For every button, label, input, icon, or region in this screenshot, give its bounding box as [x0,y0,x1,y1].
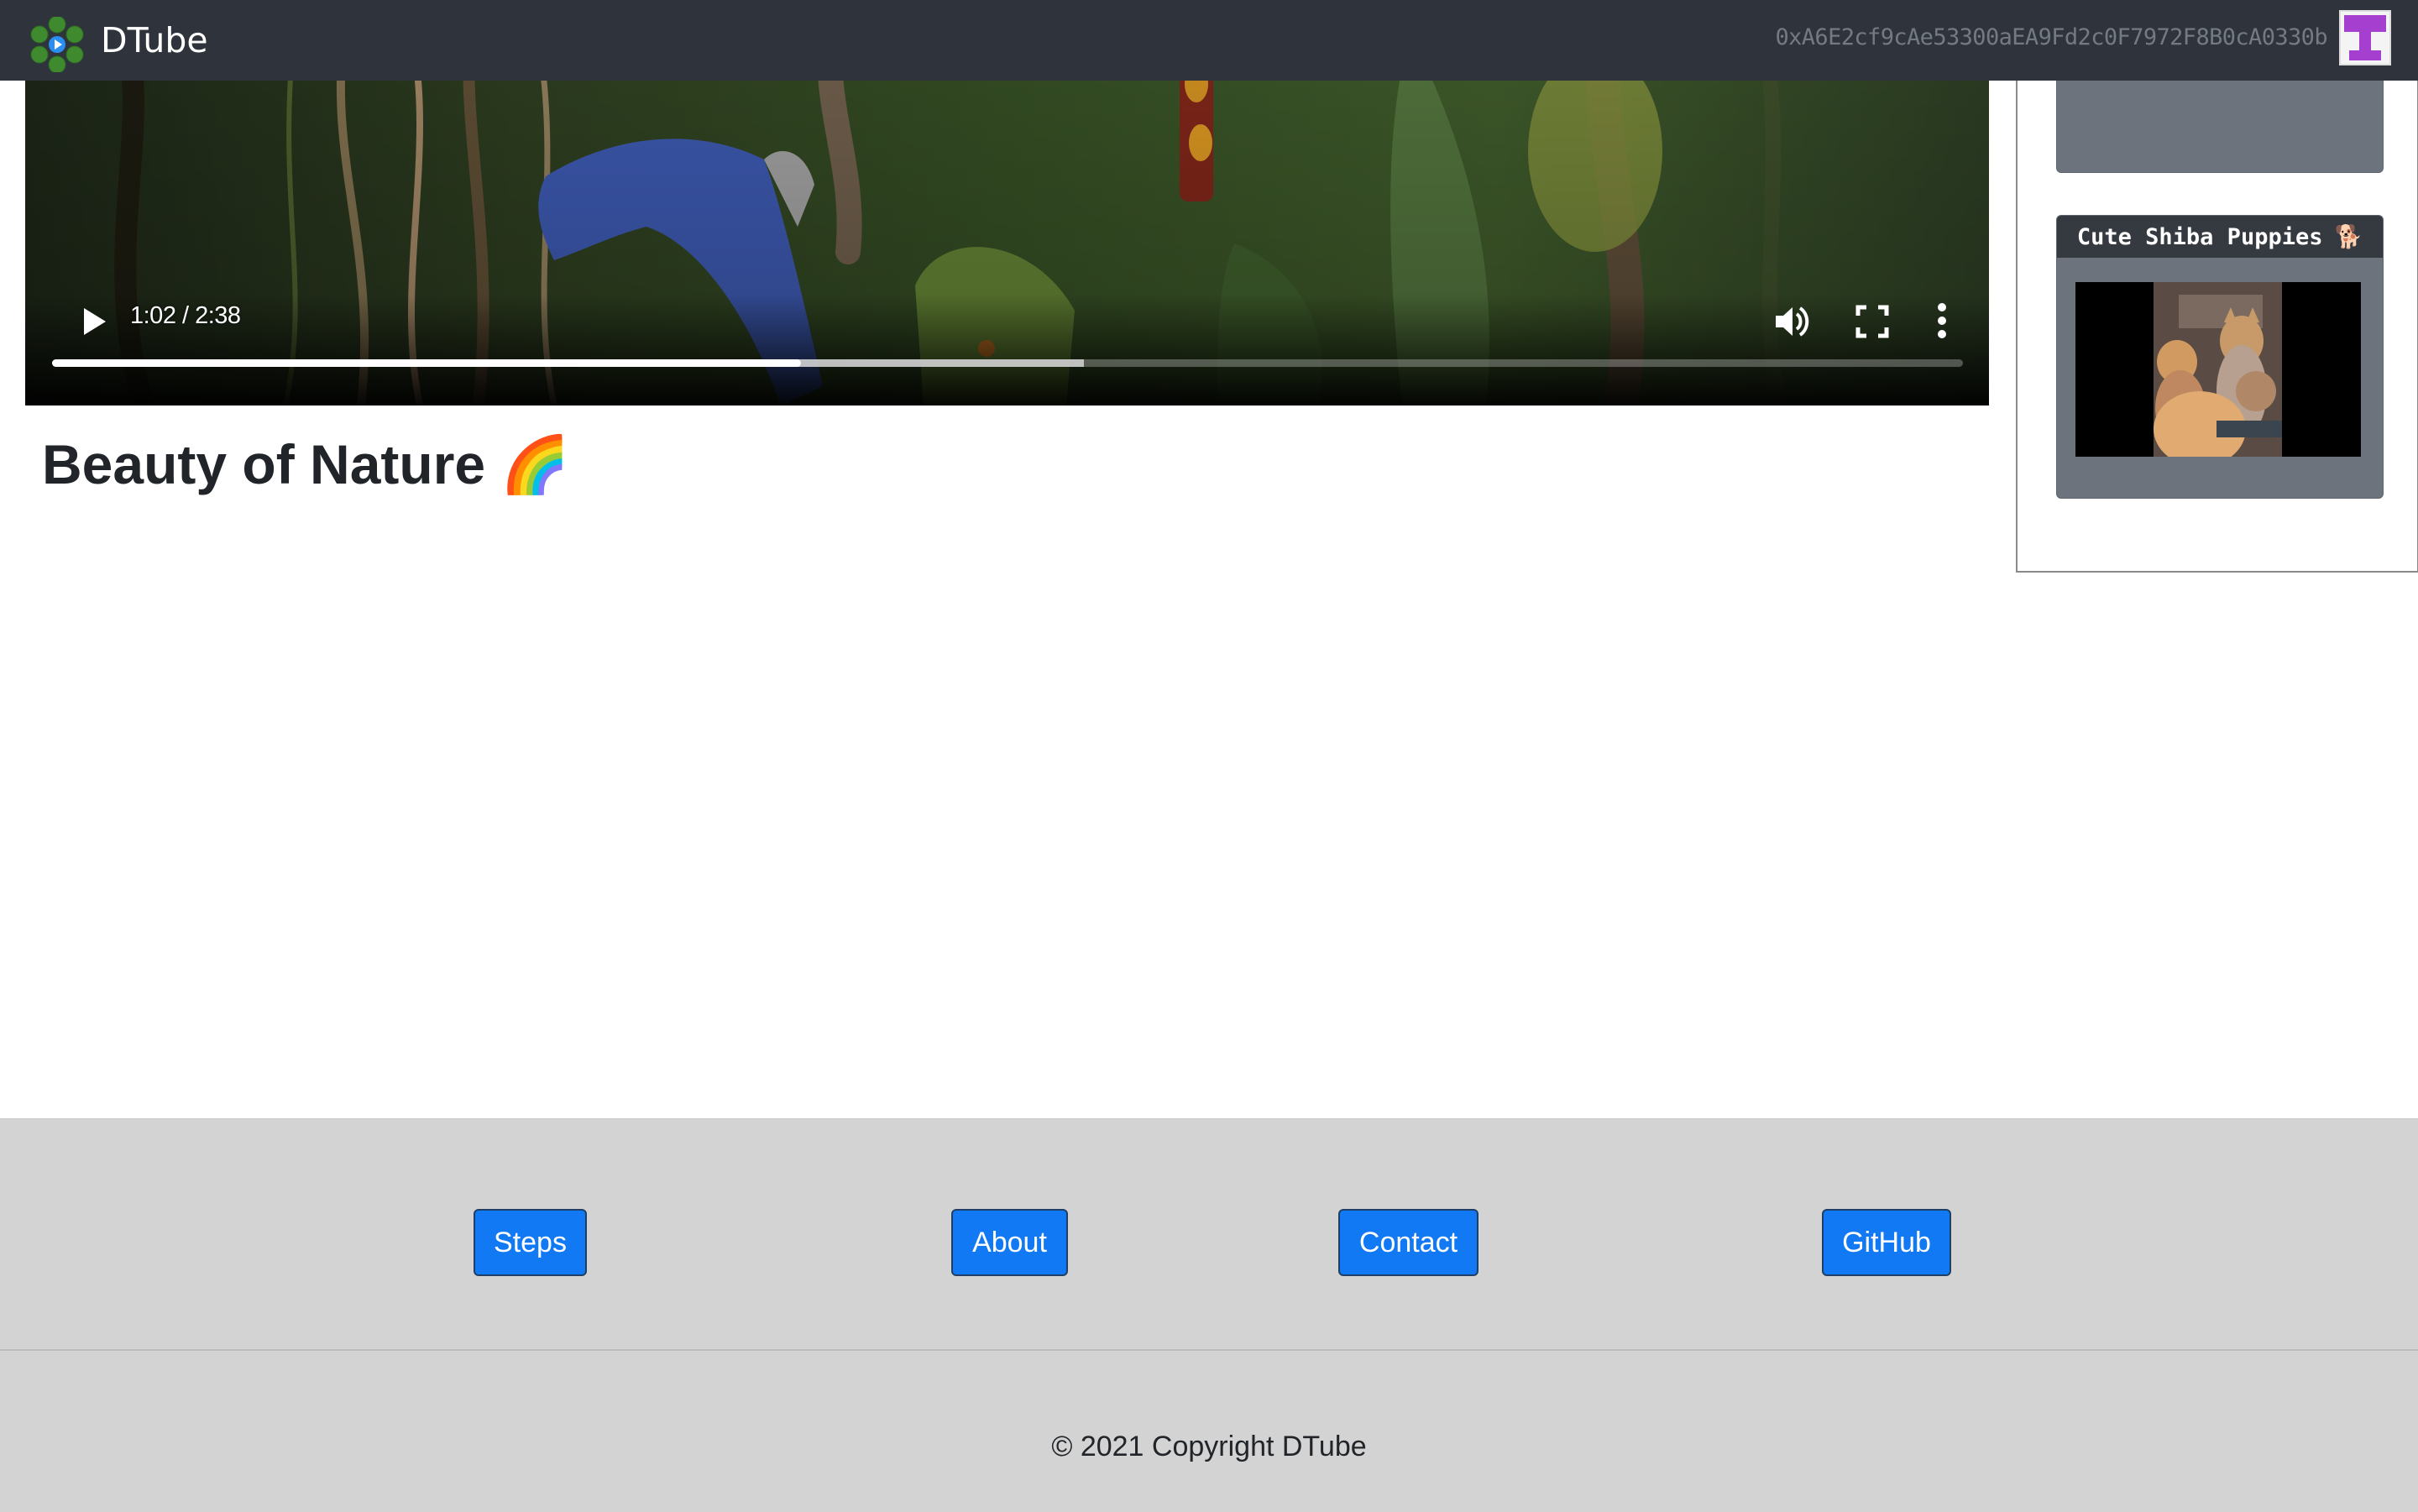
github-button[interactable]: GitHub [1822,1209,1951,1276]
played-range [52,359,802,367]
avatar-identicon-icon [2344,15,2386,60]
video-card[interactable]: Cute Shiba Puppies 🐕 [2056,215,2384,499]
dog-icon: 🐕 [2334,224,2363,250]
time-display: 1:02 / 2:38 [130,302,241,329]
account-address: 0xA6E2cf9cAe53300aEA9Fd2c0F7972F8B0cA033… [1775,24,2327,50]
contact-button[interactable]: Contact [1338,1209,1479,1276]
fullscreen-icon[interactable] [1855,305,1889,338]
page-footer: Steps About Contact GitHub © 2021 Copyri… [0,1118,2418,1512]
play-icon[interactable] [82,307,107,336]
video-player[interactable]: 1:02 / 2:38 [25,34,1989,405]
brand-name[interactable]: DTube [101,20,208,60]
volume-icon[interactable] [1774,304,1811,339]
seek-bar[interactable] [52,359,1963,367]
footer-divider [0,1349,2418,1351]
dtube-hexagon-play-logo-icon[interactable] [29,17,85,72]
copyright-text: © 2021 Copyright DTube [1051,1431,1367,1462]
video-frame [25,34,1989,405]
top-navbar: DTube 0xA6E2cf9cAe53300aEA9Fd2c0F7972F8B… [0,0,2418,81]
identicon-avatar[interactable] [2339,10,2391,65]
video-title: Beauty of Nature 🌈 [42,433,570,495]
shiba-puppies-image [2154,282,2282,457]
video-card-title: Cute Shiba Puppies [2076,223,2323,250]
more-options-icon[interactable] [1936,302,1948,339]
video-thumbnail[interactable] [2075,282,2361,457]
video-card-header: Cute Shiba Puppies 🐕 [2057,216,2383,258]
steps-button[interactable]: Steps [474,1209,587,1276]
related-videos-sidebar: Cute Shiba Puppies 🐕 [2016,0,2418,573]
about-button[interactable]: About [951,1209,1068,1276]
